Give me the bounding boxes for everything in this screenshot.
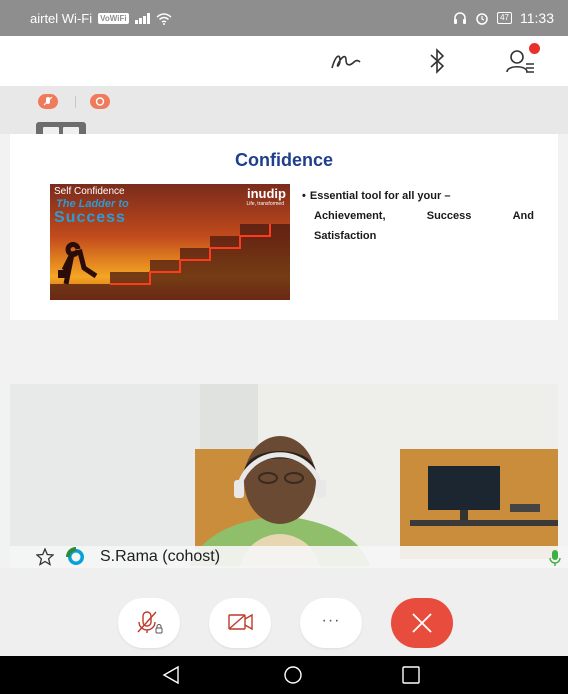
bullet-word: Achievement, — [314, 210, 386, 222]
recording-indicator — [90, 94, 110, 109]
video-off-icon — [228, 613, 253, 631]
call-controls: ··· — [0, 568, 568, 656]
brand-logo: inudip — [247, 186, 286, 201]
meeting-toolbar — [0, 36, 568, 86]
participant-bar: S.Rama (cohost) — [10, 546, 568, 568]
bullet-line-2: Achievement, Success And — [302, 206, 534, 226]
mic-off-mini-icon — [43, 96, 53, 106]
close-icon — [412, 613, 432, 633]
clock: 11:33 — [520, 10, 554, 26]
mic-active-icon — [549, 550, 561, 566]
record-mini-icon — [95, 97, 105, 106]
vowifi-badge: VoWiFi — [98, 13, 129, 24]
image-heading: Self Confidence — [54, 186, 125, 197]
slide-image: Self Confidence The Ladder to Success in… — [50, 184, 290, 300]
status-right: 47 11:33 — [453, 10, 554, 26]
headset-icon — [454, 12, 467, 24]
alarm-icon — [476, 13, 488, 25]
shared-slide: Confidence Self Confidence The Ladder to… — [10, 134, 558, 320]
bullet-word: And — [512, 210, 534, 222]
indicator-divider — [75, 96, 76, 108]
signal-icon — [134, 13, 150, 24]
participants-button[interactable] — [502, 43, 540, 76]
audio-indicator — [38, 94, 58, 109]
video-toggle-button[interactable] — [209, 598, 271, 648]
annotate-icon[interactable] — [328, 46, 364, 76]
mic-off-icon — [137, 611, 163, 634]
end-call-button[interactable] — [391, 598, 453, 648]
wifi-icon — [156, 12, 172, 25]
status-left: airtel Wi-Fi VoWiFi — [30, 11, 172, 26]
bullet-marker: • — [302, 190, 306, 202]
video-frame — [10, 384, 558, 566]
bullet-word: Success — [426, 210, 472, 222]
slide-title: Confidence — [234, 150, 333, 170]
bullet-line-1: Essential tool for all your – — [309, 190, 451, 202]
notification-dot — [529, 43, 540, 54]
status-bar: airtel Wi-Fi VoWiFi 47 11:33 — [0, 0, 568, 36]
bullet-line-3: Satisfaction — [314, 230, 377, 242]
recents-icon[interactable] — [400, 665, 422, 685]
back-icon[interactable] — [160, 665, 182, 685]
mute-button[interactable] — [118, 598, 180, 648]
more-options-icon: ··· — [321, 612, 341, 629]
android-nav-bar — [0, 656, 568, 694]
carrier-label: airtel Wi-Fi — [30, 11, 93, 26]
screen: airtel Wi-Fi VoWiFi 47 11:33 Confidence … — [0, 0, 568, 694]
brand-tagline: Life, transformed — [246, 201, 284, 207]
battery-icon: 47 — [497, 12, 512, 24]
webex-logo-icon — [66, 547, 84, 565]
video-feed[interactable] — [10, 384, 558, 566]
slide-bullet: • Essential tool for all your – Achievem… — [302, 186, 534, 246]
home-icon[interactable] — [282, 665, 304, 685]
participant-name: S.Rama (cohost) — [100, 548, 221, 565]
image-subheading-bold: Success — [54, 209, 126, 226]
more-options-button[interactable]: ··· — [300, 598, 362, 648]
bullet-row: • Essential tool for all your – — [302, 186, 534, 206]
star-icon[interactable] — [36, 548, 54, 566]
bluetooth-icon[interactable] — [420, 46, 456, 76]
